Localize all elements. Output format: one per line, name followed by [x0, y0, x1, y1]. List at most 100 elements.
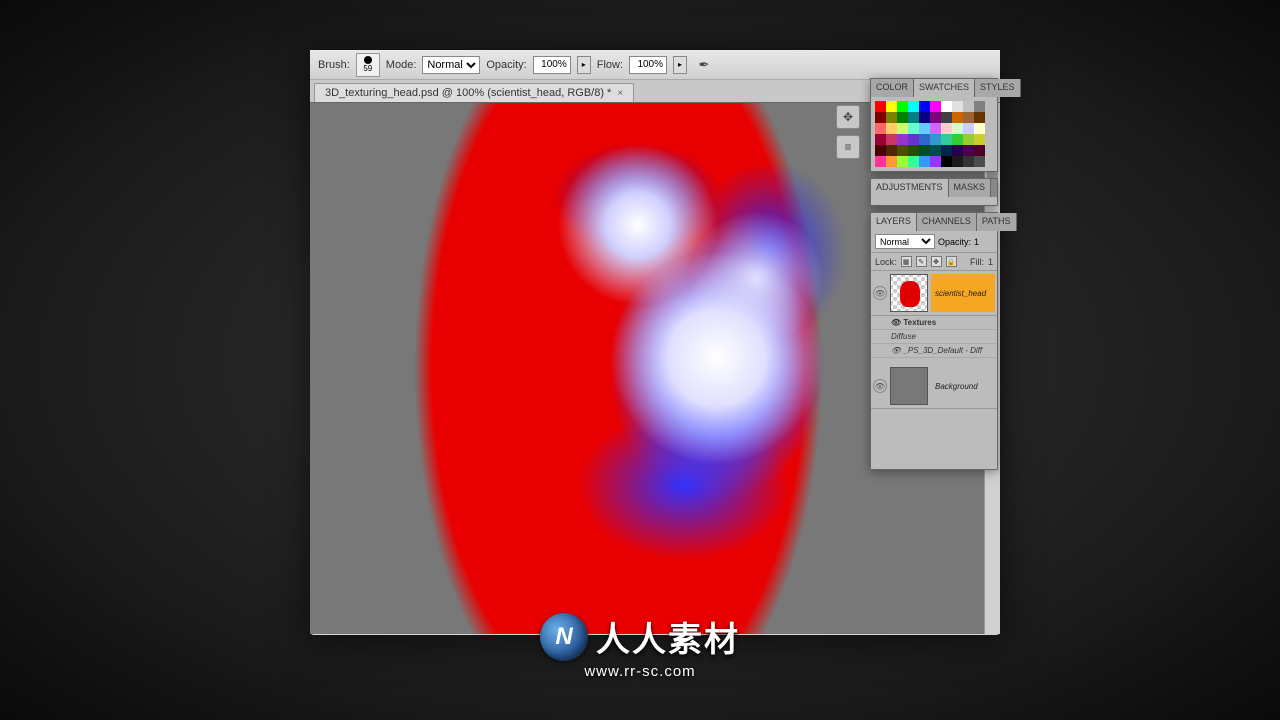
eye-small-icon[interactable]: 👁 [891, 318, 903, 327]
swatch[interactable] [941, 112, 952, 123]
swatch[interactable] [919, 101, 930, 112]
swatch[interactable] [963, 101, 974, 112]
swatches-grid[interactable] [871, 97, 997, 171]
blend-mode-select[interactable]: Normal [422, 56, 480, 74]
swatch[interactable] [897, 145, 908, 156]
brush-preset-picker[interactable]: 59 [356, 53, 380, 77]
swatch[interactable] [886, 134, 897, 145]
swatch[interactable] [886, 112, 897, 123]
swatch[interactable] [919, 145, 930, 156]
flow-flyout-button[interactable]: ▸ [673, 56, 687, 74]
swatch[interactable] [919, 123, 930, 134]
lock-position-icon[interactable]: ✥ [931, 256, 942, 267]
swatch[interactable] [952, 123, 963, 134]
swatch[interactable] [963, 112, 974, 123]
tab-adjustments[interactable]: ADJUSTMENTS [871, 179, 949, 197]
tab-channels[interactable]: CHANNELS [917, 213, 977, 231]
opacity-flyout-button[interactable]: ▸ [577, 56, 591, 74]
visibility-toggle-icon[interactable]: 👁 [873, 379, 887, 393]
airbrush-toggle-icon[interactable]: ✒ [693, 56, 715, 74]
swatch[interactable] [897, 101, 908, 112]
swatch[interactable] [974, 145, 985, 156]
swatch[interactable] [886, 145, 897, 156]
swatch[interactable] [875, 156, 886, 167]
layer-row-background[interactable]: 👁 Background [871, 364, 997, 409]
tab-styles[interactable]: STYLES [975, 79, 1021, 97]
swatch[interactable] [963, 134, 974, 145]
swatch[interactable] [952, 101, 963, 112]
swatch[interactable] [897, 112, 908, 123]
swatch[interactable] [952, 134, 963, 145]
swatch[interactable] [952, 145, 963, 156]
textures-group[interactable]: 👁 Textures [871, 316, 997, 330]
swatch[interactable] [941, 101, 952, 112]
swatch[interactable] [908, 134, 919, 145]
layer-thumbnail[interactable] [890, 367, 928, 405]
eye-small-icon[interactable]: 👁 [891, 346, 903, 355]
swatch[interactable] [963, 156, 974, 167]
swatch[interactable] [941, 123, 952, 134]
swatch[interactable] [974, 112, 985, 123]
swatch[interactable] [941, 156, 952, 167]
swatch[interactable] [875, 134, 886, 145]
swatch[interactable] [875, 112, 886, 123]
swatch[interactable] [930, 134, 941, 145]
swatch[interactable] [952, 156, 963, 167]
swatch[interactable] [886, 156, 897, 167]
swatch[interactable] [875, 101, 886, 112]
swatch[interactable] [963, 123, 974, 134]
layer-thumbnail[interactable] [890, 274, 928, 312]
fill-value[interactable]: 1 [988, 257, 993, 267]
layer-blend-mode-select[interactable]: Normal [875, 234, 935, 249]
swatch[interactable] [930, 112, 941, 123]
swatch[interactable] [908, 101, 919, 112]
swatch[interactable] [897, 156, 908, 167]
swatch[interactable] [897, 134, 908, 145]
swatch[interactable] [941, 134, 952, 145]
swatch[interactable] [974, 123, 985, 134]
diffuse-texture-item[interactable]: 👁 _PS_3D_Default - Diff [871, 344, 997, 358]
swatch[interactable] [963, 145, 974, 156]
swatch[interactable] [908, 145, 919, 156]
layer-name[interactable]: Background [931, 382, 995, 391]
close-icon[interactable]: × [617, 88, 623, 99]
swatch[interactable] [875, 123, 886, 134]
tab-swatches[interactable]: SWATCHES [914, 79, 975, 97]
layer-name[interactable]: scientist_head [931, 274, 995, 312]
diffuse-group[interactable]: Diffuse [871, 330, 997, 344]
tab-masks[interactable]: MASKS [949, 179, 992, 197]
swatch[interactable] [897, 123, 908, 134]
swatch[interactable] [919, 134, 930, 145]
swatch[interactable] [908, 123, 919, 134]
swatch[interactable] [919, 112, 930, 123]
swatch[interactable] [974, 134, 985, 145]
visibility-toggle-icon[interactable]: 👁 [873, 286, 887, 300]
swatch[interactable] [875, 145, 886, 156]
swatch[interactable] [886, 123, 897, 134]
swatch[interactable] [930, 156, 941, 167]
tab-layers[interactable]: LAYERS [871, 213, 917, 231]
flow-input[interactable]: 100% [629, 56, 667, 74]
opacity-input[interactable]: 100% [533, 56, 571, 74]
swatch[interactable] [974, 101, 985, 112]
swatch[interactable] [908, 112, 919, 123]
navigator-icon[interactable]: ✥ [836, 105, 860, 129]
document-tab[interactable]: 3D_texturing_head.psd @ 100% (scientist_… [314, 83, 634, 102]
tab-color[interactable]: COLOR [871, 79, 914, 97]
histogram-icon[interactable]: ≡ [836, 135, 860, 159]
swatch[interactable] [886, 101, 897, 112]
tab-paths[interactable]: PATHS [977, 213, 1017, 231]
swatch[interactable] [930, 101, 941, 112]
lock-all-icon[interactable]: 🔒 [946, 256, 957, 267]
layer-row-scientist-head[interactable]: 👁 scientist_head [871, 271, 997, 316]
swatch[interactable] [919, 156, 930, 167]
swatch[interactable] [930, 145, 941, 156]
swatch[interactable] [930, 123, 941, 134]
layer-opacity-value[interactable]: 1 [974, 237, 979, 247]
swatch[interactable] [974, 156, 985, 167]
swatch[interactable] [952, 112, 963, 123]
swatch[interactable] [908, 156, 919, 167]
lock-pixels-icon[interactable]: ✎ [916, 256, 927, 267]
swatch[interactable] [941, 145, 952, 156]
lock-transparent-icon[interactable]: ▦ [901, 256, 912, 267]
